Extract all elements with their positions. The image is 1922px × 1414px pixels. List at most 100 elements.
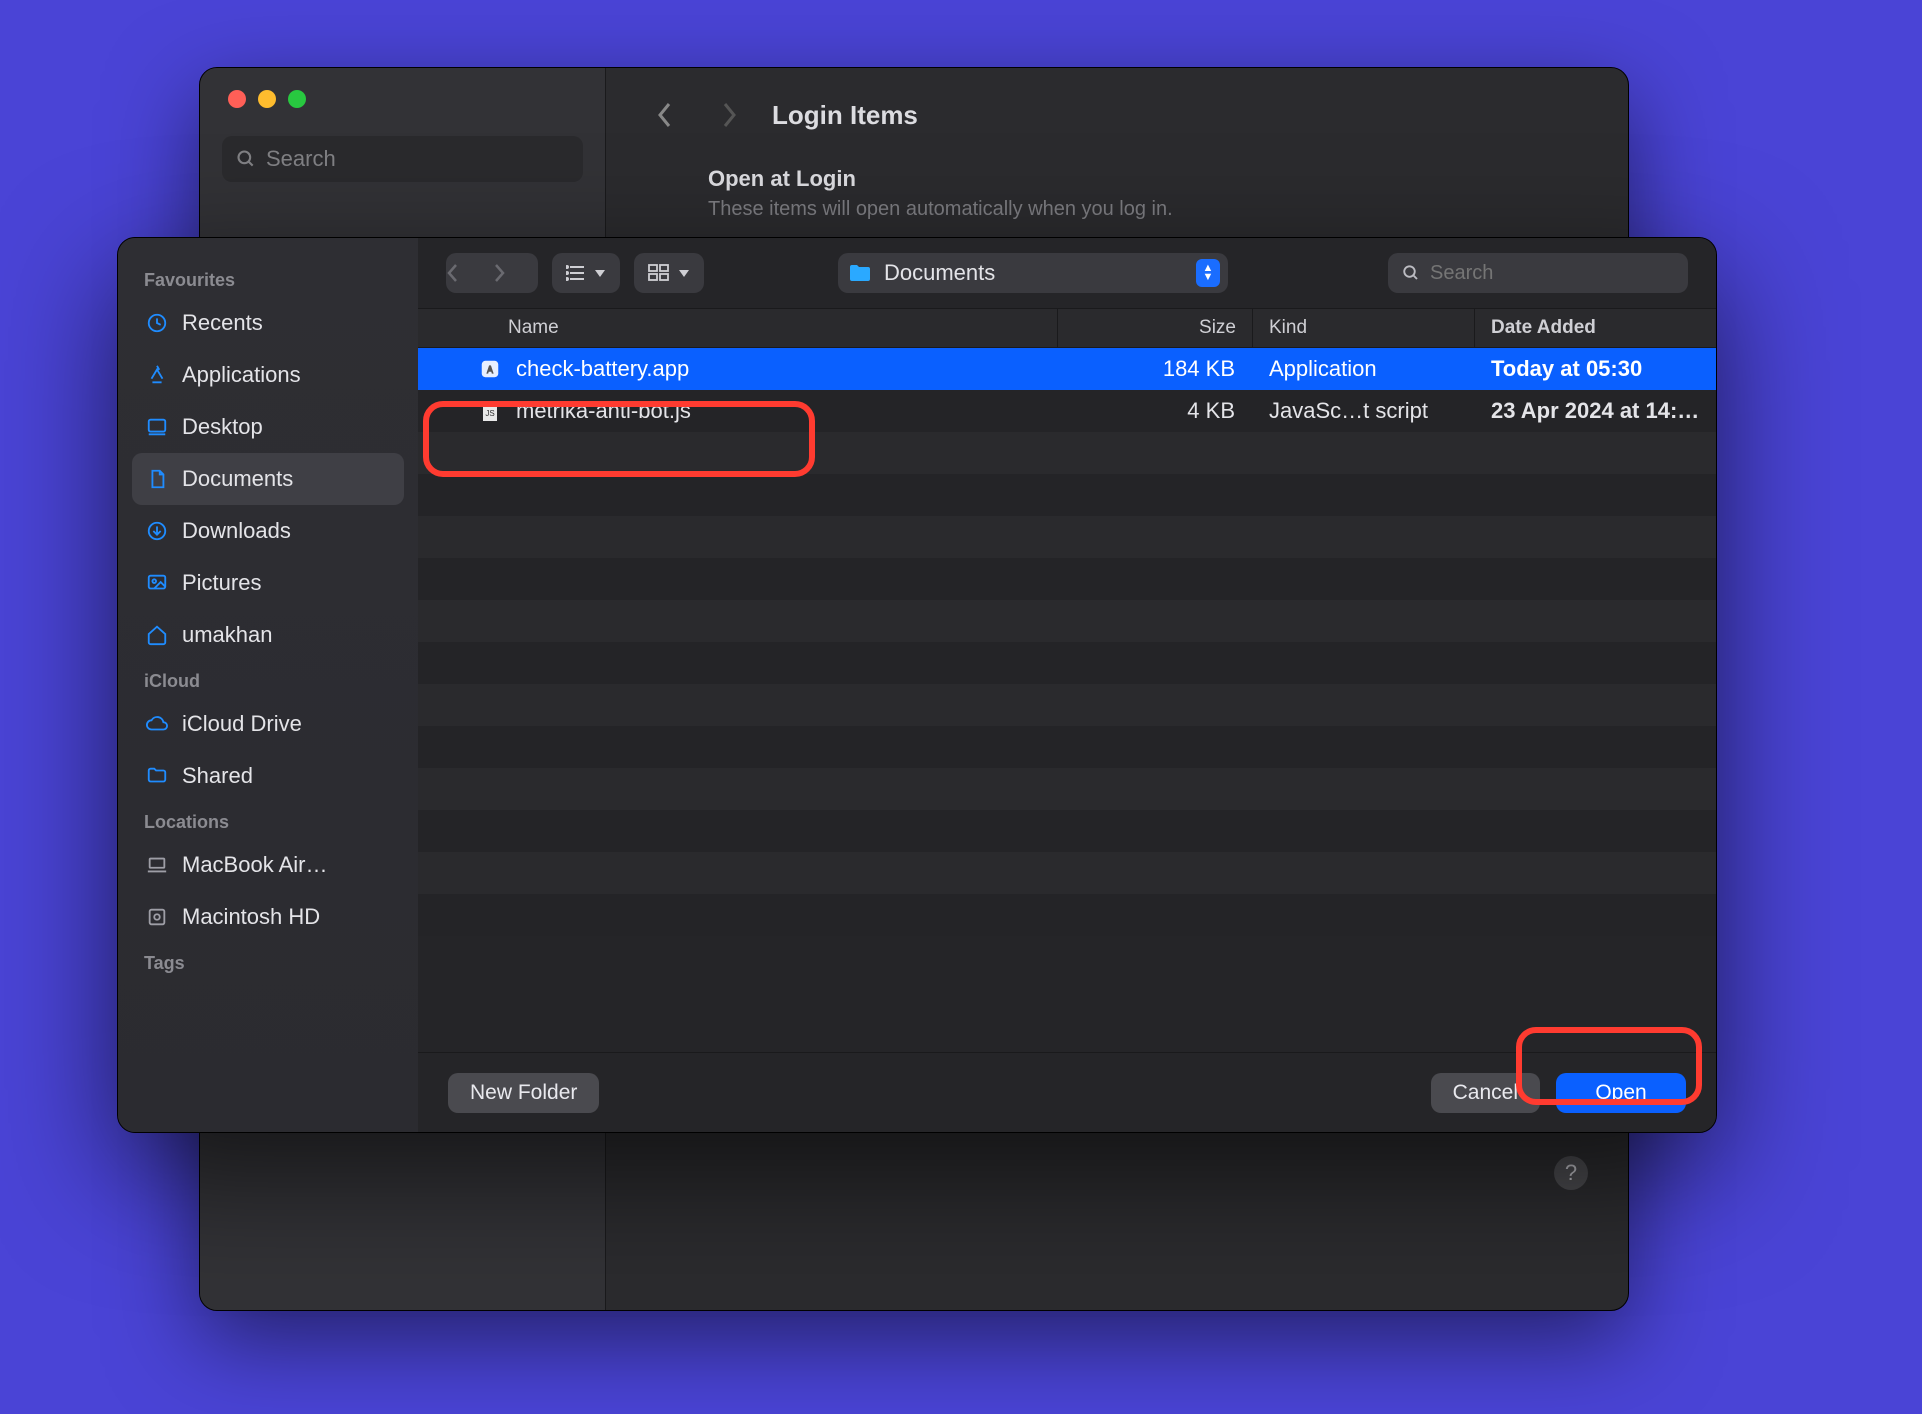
- new-folder-button[interactable]: New Folder: [448, 1073, 599, 1113]
- home-icon: [144, 624, 170, 646]
- empty-row: [418, 516, 1716, 558]
- help-icon: ?: [1565, 1160, 1577, 1186]
- finder-sidebar: Favourites Recents Applications Desktop Docu…: [118, 238, 418, 1132]
- folder-icon: [144, 765, 170, 787]
- sidebar-item-documents[interactable]: Documents: [132, 453, 404, 505]
- finder-search-input[interactable]: [1430, 262, 1674, 285]
- folder-icon: [848, 263, 872, 283]
- sidebar-group-label: iCloud: [132, 661, 404, 698]
- sidebar-item-umakhan[interactable]: umakhan: [132, 609, 404, 661]
- sidebar-item-desktop[interactable]: Desktop: [132, 401, 404, 453]
- settings-search-field[interactable]: Search: [222, 136, 583, 182]
- file-kind: Application: [1253, 348, 1475, 390]
- sidebar-item-label: Documents: [182, 466, 293, 492]
- svg-text:JS: JS: [485, 409, 494, 418]
- image-icon: [144, 572, 170, 594]
- empty-row: [418, 642, 1716, 684]
- sidebar-item-label: Downloads: [182, 518, 291, 544]
- search-icon: [1402, 264, 1420, 282]
- file-date: 23 Apr 2024 at 14:…: [1475, 390, 1716, 432]
- desktop-icon: [144, 416, 170, 438]
- search-icon: [236, 149, 256, 169]
- window-traffic-lights[interactable]: [200, 90, 605, 108]
- sidebar-item-label: MacBook Air…: [182, 852, 328, 878]
- nav-segmented: [446, 253, 538, 293]
- sidebar-item-macbook-air-[interactable]: MacBook Air…: [132, 839, 404, 891]
- sidebar-item-icloud-drive[interactable]: iCloud Drive: [132, 698, 404, 750]
- file-date: Today at 05:30: [1475, 348, 1716, 390]
- sidebar-item-label: Shared: [182, 763, 253, 789]
- column-header-size[interactable]: Size: [1058, 309, 1253, 347]
- sidebar-item-macintosh-hd[interactable]: Macintosh HD: [132, 891, 404, 943]
- file-icon: JS: [478, 399, 502, 423]
- chevron-down-icon: [594, 268, 606, 278]
- path-label: Documents: [884, 260, 995, 286]
- file-list[interactable]: check-battery.app 184 KBApplicationToday …: [418, 348, 1716, 1052]
- empty-row: [418, 474, 1716, 516]
- sidebar-item-pictures[interactable]: Pictures: [132, 557, 404, 609]
- settings-search-placeholder: Search: [266, 146, 336, 172]
- close-window-icon[interactable]: [228, 90, 246, 108]
- download-icon: [144, 520, 170, 542]
- sidebar-group-label: Tags: [132, 943, 404, 980]
- finder-search[interactable]: [1388, 253, 1688, 293]
- file-kind: JavaSc…t script: [1253, 390, 1475, 432]
- page-title: Login Items: [772, 100, 918, 131]
- sidebar-item-label: umakhan: [182, 622, 273, 648]
- nav-back-button[interactable]: [644, 94, 686, 136]
- panel-footer: New Folder Cancel Open: [418, 1052, 1716, 1132]
- sidebar-group-label: Locations: [132, 802, 404, 839]
- sidebar-item-label: Macintosh HD: [182, 904, 320, 930]
- updown-icon: ▲▼: [1196, 259, 1220, 287]
- disk-icon: [144, 906, 170, 928]
- sidebar-item-label: Desktop: [182, 414, 263, 440]
- nav-forward-button[interactable]: [708, 94, 750, 136]
- sidebar-item-shared[interactable]: Shared: [132, 750, 404, 802]
- empty-row: [418, 768, 1716, 810]
- minimize-window-icon[interactable]: [258, 90, 276, 108]
- list-view-button[interactable]: [552, 253, 620, 293]
- sidebar-item-downloads[interactable]: Downloads: [132, 505, 404, 557]
- empty-row: [418, 810, 1716, 852]
- open-at-login-section: Open at Login These items will open auto…: [644, 166, 1590, 221]
- open-file-panel: Favourites Recents Applications Desktop Docu…: [117, 237, 1717, 1133]
- sidebar-item-recents[interactable]: Recents: [132, 297, 404, 349]
- group-by-button[interactable]: [634, 253, 704, 293]
- sidebar-item-label: Recents: [182, 310, 263, 336]
- file-name: metrika-anti-bot.js: [516, 398, 691, 424]
- finder-toolbar: Documents ▲▼: [418, 238, 1716, 308]
- file-row[interactable]: JSmetrika-anti-bot.js4 KBJavaSc…t script…: [418, 390, 1716, 432]
- path-popup[interactable]: Documents ▲▼: [838, 253, 1228, 293]
- column-header-name[interactable]: Name: [418, 309, 1058, 347]
- help-button[interactable]: ?: [1554, 1156, 1588, 1190]
- appstore-icon: [144, 364, 170, 386]
- sidebar-item-label: Applications: [182, 362, 301, 388]
- sidebar-group-label: Favourites: [132, 260, 404, 297]
- back-button[interactable]: [446, 253, 492, 293]
- open-button[interactable]: Open: [1556, 1073, 1686, 1113]
- chevron-down-icon: [678, 268, 690, 278]
- empty-row: [418, 432, 1716, 474]
- file-name: check-battery.app: [516, 356, 689, 382]
- column-header-date[interactable]: Date Added: [1475, 309, 1716, 347]
- empty-row: [418, 684, 1716, 726]
- section-title: Open at Login: [708, 166, 1590, 192]
- file-icon: [478, 357, 502, 381]
- doc-icon: [144, 468, 170, 490]
- file-size: 184 KB: [1058, 348, 1253, 390]
- clock-icon: [144, 312, 170, 334]
- settings-header: Login Items: [644, 94, 1590, 136]
- cloud-icon: [144, 713, 170, 735]
- cancel-button[interactable]: Cancel: [1431, 1073, 1540, 1113]
- forward-button[interactable]: [492, 253, 538, 293]
- empty-row: [418, 558, 1716, 600]
- file-row[interactable]: check-battery.app 184 KBApplicationToday …: [418, 348, 1716, 390]
- empty-row: [418, 852, 1716, 894]
- section-description: These items will open automatically when…: [708, 198, 1590, 221]
- zoom-window-icon[interactable]: [288, 90, 306, 108]
- sidebar-item-applications[interactable]: Applications: [132, 349, 404, 401]
- column-header-kind[interactable]: Kind: [1253, 309, 1475, 347]
- empty-row: [418, 726, 1716, 768]
- laptop-icon: [144, 854, 170, 876]
- column-headers: Name Size Kind Date Added: [418, 308, 1716, 348]
